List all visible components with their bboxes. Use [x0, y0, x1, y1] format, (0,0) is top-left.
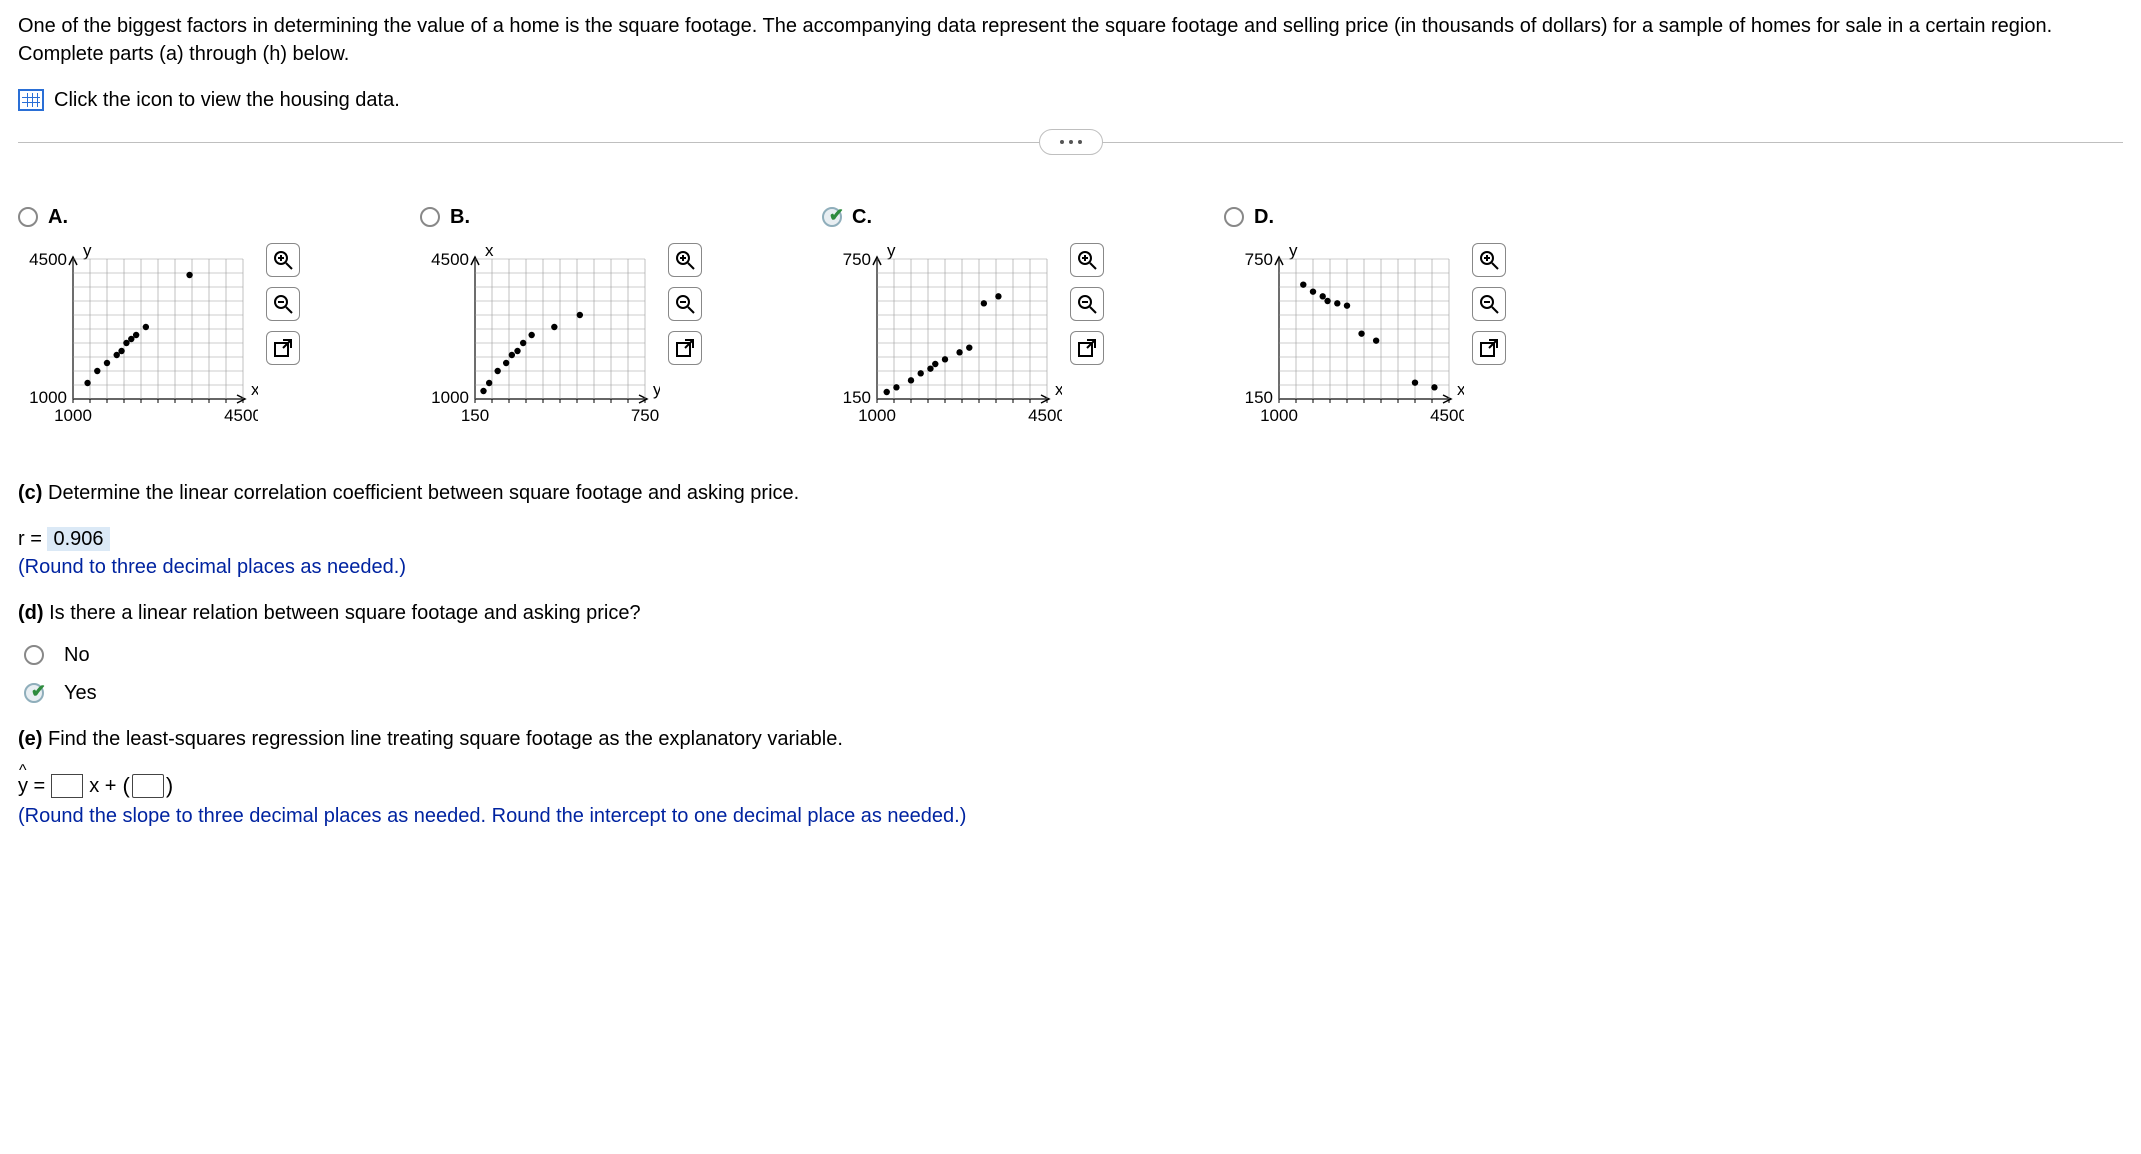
option-b-label: B. [450, 203, 470, 231]
zoom-in-icon[interactable] [266, 243, 300, 277]
choice-yes[interactable]: Yes [24, 679, 2123, 707]
choice-no[interactable]: No [24, 641, 2123, 669]
zoom-out-icon[interactable] [668, 287, 702, 321]
zoom-out-icon[interactable] [266, 287, 300, 321]
radio-d[interactable] [1224, 207, 1244, 227]
svg-text:1000: 1000 [858, 406, 896, 425]
choice-no-label: No [64, 641, 90, 669]
svg-text:150: 150 [461, 406, 489, 425]
part-e-prompt: Find the least-squares regression line t… [48, 728, 843, 750]
part-c-prompt: Determine the linear correlation coeffic… [48, 482, 799, 504]
svg-text:x: x [485, 241, 494, 260]
svg-text:x: x [1055, 380, 1062, 399]
table-icon [18, 89, 44, 111]
popout-icon[interactable] [668, 331, 702, 365]
r-value: 0.906 [47, 527, 109, 551]
svg-text:1000: 1000 [431, 388, 469, 407]
part-e: (e) Find the least-squares regression li… [18, 725, 2123, 753]
svg-text:4500: 4500 [431, 250, 469, 269]
radio-c[interactable] [822, 207, 842, 227]
zoom-out-icon[interactable] [1070, 287, 1104, 321]
scatterplot-c: y x 750 1501000 4500 [822, 239, 1062, 439]
radio-no[interactable] [24, 645, 44, 665]
svg-text:y: y [887, 241, 896, 260]
svg-text:y: y [83, 241, 92, 260]
option-d-label: D. [1254, 203, 1274, 231]
part-c-label: (c) [18, 482, 42, 504]
divider [18, 142, 2123, 143]
part-e-round-note: (Round the slope to three decimal places… [18, 802, 2123, 830]
zoom-in-icon[interactable] [1070, 243, 1104, 277]
zoom-in-icon[interactable] [668, 243, 702, 277]
scatterplot-a: y x 4500 10001000 4500 [18, 239, 258, 439]
ellipsis-icon[interactable] [1039, 129, 1103, 155]
svg-text:4500: 4500 [1430, 406, 1464, 425]
part-d-prompt: Is there a linear relation between squar… [49, 602, 641, 624]
option-c[interactable]: C. y x 750 1501000 4500 [822, 203, 1104, 439]
svg-text:1000: 1000 [1260, 406, 1298, 425]
question-intro: One of the biggest factors in determinin… [18, 12, 2123, 68]
svg-text:4500: 4500 [29, 250, 67, 269]
svg-text:750: 750 [843, 250, 871, 269]
r-equals: r = [18, 528, 42, 550]
svg-text:x: x [1457, 380, 1464, 399]
part-e-equation: y = x + (Round the slope to three decima… [18, 771, 2123, 830]
radio-a[interactable] [18, 207, 38, 227]
scatterplot-b: x y 4500 1000150 750 [420, 239, 660, 439]
part-c-round-note: (Round to three decimal places as needed… [18, 553, 2123, 581]
svg-text:y: y [1289, 241, 1298, 260]
svg-text:y: y [653, 380, 660, 399]
option-a[interactable]: A. y x 4500 10001000 4500 [18, 203, 300, 439]
option-d[interactable]: D. y x 750 1501000 4500 [1224, 203, 1506, 439]
intercept-input[interactable] [132, 774, 164, 798]
svg-text:150: 150 [1245, 388, 1273, 407]
part-d: (d) Is there a linear relation between s… [18, 599, 2123, 707]
part-c-answer: r = 0.906 (Round to three decimal places… [18, 525, 2123, 581]
part-d-label: (d) [18, 602, 44, 624]
svg-text:1000: 1000 [54, 406, 92, 425]
svg-text:x: x [251, 380, 258, 399]
option-b[interactable]: B. x y 4500 1000150 750 [420, 203, 702, 439]
popout-icon[interactable] [266, 331, 300, 365]
part-e-label: (e) [18, 728, 42, 750]
radio-yes[interactable] [24, 683, 44, 703]
part-c: (c) Determine the linear correlation coe… [18, 479, 2123, 507]
scatterplot-d: y x 750 1501000 4500 [1224, 239, 1464, 439]
svg-text:1000: 1000 [29, 388, 67, 407]
svg-text:150: 150 [843, 388, 871, 407]
svg-text:750: 750 [1245, 250, 1273, 269]
svg-text:4500: 4500 [224, 406, 258, 425]
data-link-row[interactable]: Click the icon to view the housing data. [18, 86, 2123, 114]
radio-b[interactable] [420, 207, 440, 227]
svg-text:4500: 4500 [1028, 406, 1062, 425]
svg-text:750: 750 [631, 406, 659, 425]
popout-icon[interactable] [1070, 331, 1104, 365]
zoom-in-icon[interactable] [1472, 243, 1506, 277]
option-a-label: A. [48, 203, 68, 231]
slope-input[interactable] [51, 774, 83, 798]
data-link-text: Click the icon to view the housing data. [54, 86, 400, 114]
y-hat: y = [18, 772, 45, 800]
x-plus: x + [89, 772, 116, 800]
popout-icon[interactable] [1472, 331, 1506, 365]
choice-yes-label: Yes [64, 679, 97, 707]
option-c-label: C. [852, 203, 872, 231]
zoom-out-icon[interactable] [1472, 287, 1506, 321]
scatterplot-options: A. yx4500100010004500 B. xy4500100015075… [18, 203, 2123, 439]
